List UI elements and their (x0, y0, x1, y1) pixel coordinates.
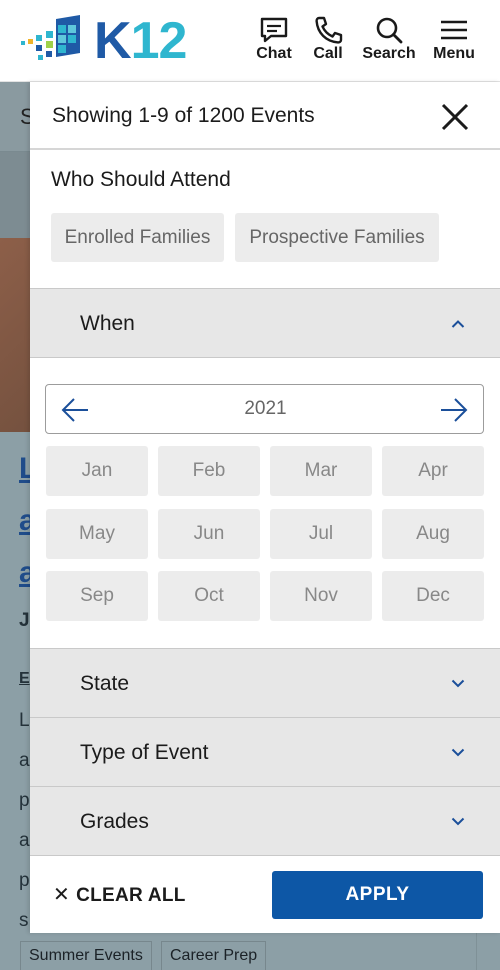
when-accordion-toggle[interactable]: When (30, 288, 500, 358)
month-feb[interactable]: Feb (158, 446, 260, 496)
background-tag-summer-events: Summer Events (20, 941, 152, 970)
month-apr[interactable]: Apr (382, 446, 484, 496)
type-of-event-accordion-label: Type of Event (80, 741, 209, 764)
when-calendar-panel: 2021 Jan Feb Mar Apr May Jun Jul Aug Sep… (30, 358, 500, 649)
chevron-down-icon (451, 817, 465, 826)
clear-x-icon: ✕ (53, 884, 71, 906)
search-icon (376, 17, 403, 44)
who-should-attend-heading: Who Should Attend (51, 168, 231, 191)
next-year-button[interactable] (439, 396, 469, 424)
logo-letter-k: K (94, 12, 132, 70)
filter-chip-prospective-families[interactable]: Prospective Families (235, 213, 439, 262)
search-label: Search (362, 45, 416, 62)
background-body-line: p (19, 790, 30, 811)
clear-all-button[interactable]: ✕ CLEAR ALL (53, 882, 186, 907)
call-label: Call (313, 45, 343, 62)
month-jul[interactable]: Jul (270, 509, 372, 559)
chevron-up-icon (451, 320, 465, 328)
chevron-down-icon (451, 679, 465, 688)
hamburger-menu-icon (441, 20, 467, 40)
current-year-label: 2021 (244, 398, 287, 419)
filter-chip-enrolled-families[interactable]: Enrolled Families (51, 213, 224, 262)
k12-logo[interactable]: K12 (20, 13, 190, 69)
month-sep[interactable]: Sep (46, 571, 148, 621)
month-may[interactable]: May (46, 509, 148, 559)
apply-button[interactable]: APPLY (272, 871, 483, 919)
chat-button[interactable]: Chat (254, 16, 294, 66)
month-dec[interactable]: Dec (382, 571, 484, 621)
background-category-link: E (19, 670, 30, 687)
menu-label: Menu (433, 45, 475, 62)
state-accordion-toggle[interactable]: State (30, 648, 500, 718)
chat-label: Chat (256, 45, 292, 62)
background-body-line: a (19, 830, 30, 851)
search-button[interactable]: Search (360, 16, 418, 66)
month-jan[interactable]: Jan (46, 446, 148, 496)
background-body-line: L (19, 710, 30, 731)
chevron-down-icon (451, 748, 465, 757)
site-header: K12 Chat Call Search Menu (0, 0, 500, 82)
clear-all-label: CLEAR ALL (76, 885, 186, 906)
menu-button[interactable]: Menu (430, 16, 478, 66)
results-count-title: Showing 1-9 of 1200 Events (52, 104, 315, 127)
background-body-line: s (19, 910, 29, 931)
close-filter-button[interactable] (438, 100, 472, 134)
month-aug[interactable]: Aug (382, 509, 484, 559)
when-accordion-label: When (80, 312, 135, 335)
drawer-header: Showing 1-9 of 1200 Events (30, 82, 500, 150)
chat-icon (260, 17, 288, 43)
month-nov[interactable]: Nov (270, 571, 372, 621)
background-body-line: a (19, 750, 30, 771)
state-accordion-label: State (80, 672, 130, 695)
k12-logo-mark-icon (21, 15, 80, 60)
drawer-footer: ✕ CLEAR ALL APPLY (30, 856, 500, 933)
year-selector: 2021 (45, 384, 484, 434)
month-oct[interactable]: Oct (158, 571, 260, 621)
close-icon (441, 103, 469, 131)
phone-icon (315, 16, 343, 44)
k12-logo-text: K12 (94, 12, 188, 70)
month-mar[interactable]: Mar (270, 446, 372, 496)
arrow-right-icon (441, 398, 468, 422)
type-of-event-accordion-toggle[interactable]: Type of Event (30, 717, 500, 787)
background-tag-career-prep: Career Prep (161, 941, 267, 970)
call-button[interactable]: Call (307, 16, 349, 66)
event-filter-drawer: Showing 1-9 of 1200 Events Who Should At… (30, 82, 500, 933)
background-body-line: p (19, 870, 30, 891)
month-jun[interactable]: Jun (158, 509, 260, 559)
grades-accordion-label: Grades (80, 810, 149, 833)
grades-accordion-toggle[interactable]: Grades (30, 786, 500, 856)
logo-number: 12 (130, 12, 188, 70)
